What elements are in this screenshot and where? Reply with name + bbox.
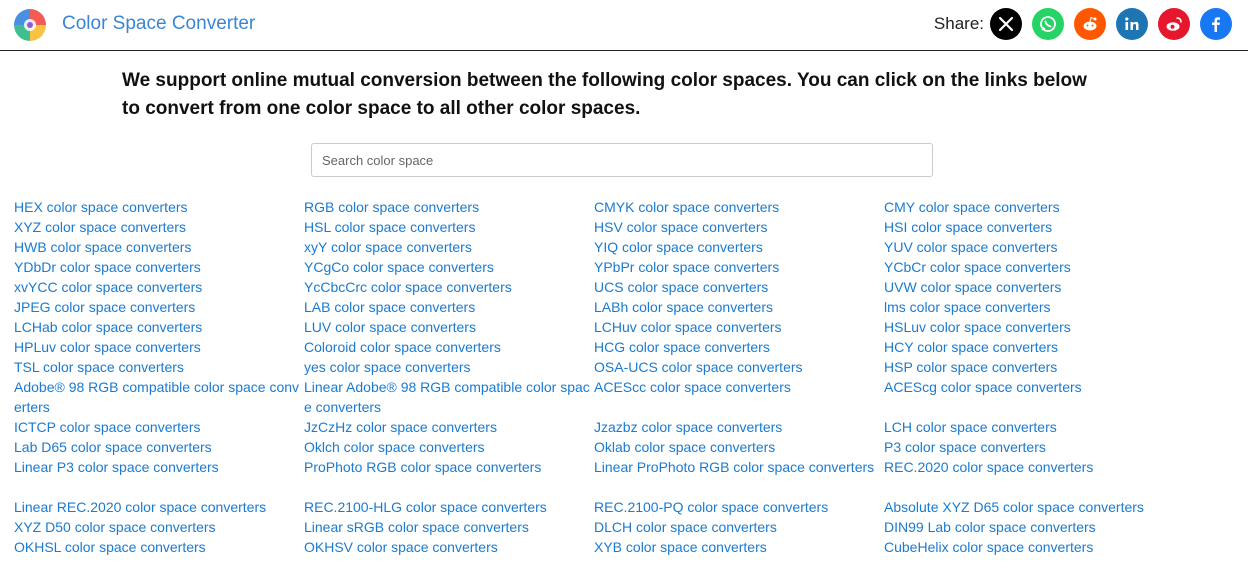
color-space-links: HEX color space converters RGB color spac…: [14, 197, 1184, 557]
color-space-link[interactable]: Adobe® 98 RGB compatible color space con…: [14, 377, 304, 417]
color-space-link[interactable]: CMYK color space converters: [594, 197, 884, 217]
x-icon: [998, 16, 1014, 32]
color-space-link[interactable]: P3 color space converters: [884, 437, 1174, 457]
intro-text: We support online mutual conversion betw…: [122, 70, 1087, 119]
color-space-link[interactable]: Absolute XYZ D65 color space converters: [884, 497, 1174, 517]
reddit-icon: [1083, 16, 1097, 31]
color-space-link[interactable]: xvYCC color space converters: [14, 277, 304, 297]
color-space-link[interactable]: HSV color space converters: [594, 217, 884, 237]
color-space-link[interactable]: JzCzHz color space converters: [304, 417, 594, 437]
color-space-link[interactable]: JPEG color space converters: [14, 297, 304, 317]
color-space-link[interactable]: ICTCP color space converters: [14, 417, 304, 437]
color-space-link[interactable]: Linear P3 color space converters: [14, 457, 304, 497]
color-space-link[interactable]: HCY color space converters: [884, 337, 1174, 357]
color-space-link[interactable]: LCH color space converters: [884, 417, 1174, 437]
color-space-link[interactable]: HSL color space converters: [304, 217, 594, 237]
color-space-link[interactable]: YIQ color space converters: [594, 237, 884, 257]
color-space-link[interactable]: Lab D65 color space converters: [14, 437, 304, 457]
color-space-link[interactable]: OKHSL color space converters: [14, 537, 304, 557]
color-space-link[interactable]: YDbDr color space converters: [14, 257, 304, 277]
color-space-link[interactable]: YPbPr color space converters: [594, 257, 884, 277]
color-space-link[interactable]: LUV color space converters: [304, 317, 594, 337]
color-space-link[interactable]: Jzazbz color space converters: [594, 417, 884, 437]
color-space-link[interactable]: XYB color space converters: [594, 537, 884, 557]
color-space-link[interactable]: HCG color space converters: [594, 337, 884, 357]
color-space-link[interactable]: HEX color space converters: [14, 197, 304, 217]
share-facebook-button[interactable]: [1200, 8, 1232, 40]
share-weibo-button[interactable]: [1158, 8, 1190, 40]
whatsapp-icon: [1040, 16, 1056, 32]
color-space-link[interactable]: TSL color space converters: [14, 357, 304, 377]
color-space-link[interactable]: DLCH color space converters: [594, 517, 884, 537]
color-space-link[interactable]: HSLuv color space converters: [884, 317, 1174, 337]
color-space-link[interactable]: CubeHelix color space converters: [884, 537, 1174, 557]
color-space-link[interactable]: HSP color space converters: [884, 357, 1174, 377]
color-space-link[interactable]: LAB color space converters: [304, 297, 594, 317]
color-space-link[interactable]: LCHab color space converters: [14, 317, 304, 337]
color-space-link[interactable]: Linear Adobe® 98 RGB compatible color sp…: [304, 377, 594, 417]
color-space-link[interactable]: Coloroid color space converters: [304, 337, 594, 357]
color-space-link[interactable]: XYZ D50 color space converters: [14, 517, 304, 537]
color-space-link[interactable]: DIN99 Lab color space converters: [884, 517, 1174, 537]
color-space-link[interactable]: OSA-UCS color space converters: [594, 357, 884, 377]
color-space-link[interactable]: CMY color space converters: [884, 197, 1174, 217]
linkedin-icon: [1125, 17, 1139, 30]
share-whatsapp-button[interactable]: [1032, 8, 1064, 40]
brand-link[interactable]: Color Space Converter: [62, 13, 255, 35]
weibo-icon: [1166, 17, 1182, 31]
color-space-link[interactable]: Linear REC.2020 color space converters: [14, 497, 304, 517]
color-wheel-logo-icon[interactable]: [13, 8, 47, 42]
share-reddit-button[interactable]: [1074, 8, 1106, 40]
color-space-link[interactable]: YCgCo color space converters: [304, 257, 594, 277]
color-space-link[interactable]: UVW color space converters: [884, 277, 1174, 297]
color-space-link[interactable]: LCHuv color space converters: [594, 317, 884, 337]
color-space-link[interactable]: HWB color space converters: [14, 237, 304, 257]
color-space-link[interactable]: YCbCr color space converters: [884, 257, 1174, 277]
search-input[interactable]: [311, 143, 933, 177]
color-space-link[interactable]: Linear ProPhoto RGB color space converte…: [594, 457, 884, 497]
share-bar: Share:: [934, 8, 1232, 40]
color-space-link[interactable]: HSI color space converters: [884, 217, 1174, 237]
color-space-link[interactable]: xyY color space converters: [304, 237, 594, 257]
color-space-link[interactable]: XYZ color space converters: [14, 217, 304, 237]
color-space-link[interactable]: REC.2100-PQ color space converters: [594, 497, 884, 517]
color-space-link[interactable]: REC.2100-HLG color space converters: [304, 497, 594, 517]
color-space-link[interactable]: lms color space converters: [884, 297, 1174, 317]
color-space-link[interactable]: RGB color space converters: [304, 197, 594, 217]
color-space-link[interactable]: UCS color space converters: [594, 277, 884, 297]
share-x-button[interactable]: [990, 8, 1022, 40]
color-space-link[interactable]: REC.2020 color space converters: [884, 457, 1174, 497]
color-space-link[interactable]: YcCbcCrc color space converters: [304, 277, 594, 297]
site-header: Color Space Converter Share:: [0, 0, 1248, 51]
color-space-link[interactable]: YUV color space converters: [884, 237, 1174, 257]
color-space-link[interactable]: HPLuv color space converters: [14, 337, 304, 357]
color-space-link[interactable]: OKHSV color space converters: [304, 537, 594, 557]
color-space-link[interactable]: Oklab color space converters: [594, 437, 884, 457]
color-space-link[interactable]: Oklch color space converters: [304, 437, 594, 457]
color-space-link[interactable]: LABh color space converters: [594, 297, 884, 317]
color-space-link[interactable]: yes color space converters: [304, 357, 594, 377]
color-space-link[interactable]: Linear sRGB color space converters: [304, 517, 594, 537]
color-space-link[interactable]: ProPhoto RGB color space converters: [304, 457, 594, 497]
share-linkedin-button[interactable]: [1116, 8, 1148, 40]
share-label: Share:: [933, 14, 984, 33]
color-space-link[interactable]: ACEScg color space converters: [884, 377, 1174, 417]
color-space-link[interactable]: ACEScc color space converters: [594, 377, 884, 417]
facebook-icon: [1212, 17, 1220, 32]
